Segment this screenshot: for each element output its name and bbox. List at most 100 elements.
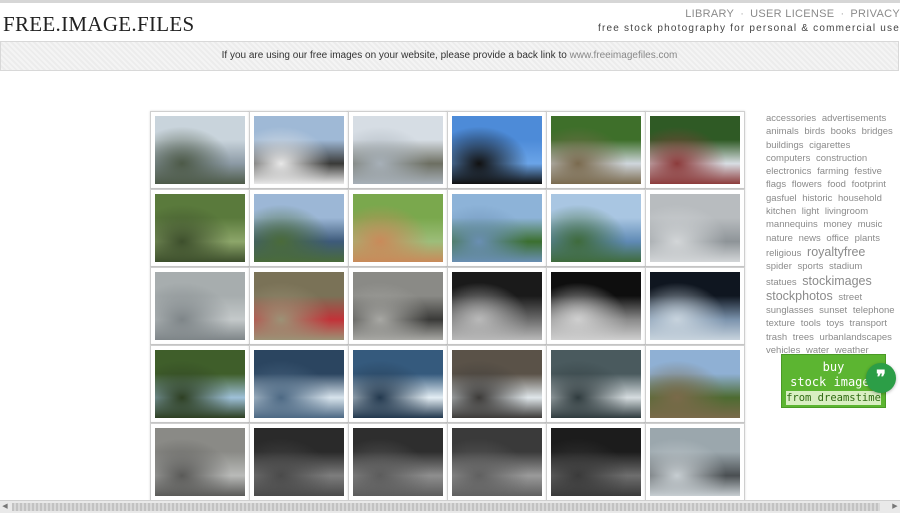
thumbnail-gear-shift-2[interactable] bbox=[447, 423, 547, 501]
tag-link-flags[interactable]: flags bbox=[766, 179, 786, 190]
tag-link-royaltyfree[interactable]: royaltyfree bbox=[807, 245, 865, 259]
thumbnail-weather-vane[interactable] bbox=[447, 111, 547, 189]
tag-link-sunset[interactable]: sunset bbox=[819, 305, 847, 316]
thumbnail-choppy-water[interactable] bbox=[150, 267, 250, 345]
notice-backlink[interactable]: www.freeimagefiles.com bbox=[570, 50, 678, 61]
thumbnail-valve-wheel[interactable] bbox=[348, 267, 448, 345]
thumbnail-waves-rock-1[interactable] bbox=[249, 345, 349, 423]
thumbnail-island-lake[interactable] bbox=[447, 189, 547, 267]
scroll-right-arrow-icon[interactable]: ▶ bbox=[890, 501, 900, 513]
thumbnail-image bbox=[155, 116, 245, 184]
tag-link-kitchen[interactable]: kitchen bbox=[766, 206, 796, 217]
thumbnail-rapids[interactable] bbox=[546, 345, 646, 423]
thumbnail-image bbox=[551, 272, 641, 340]
thumbnail-snowy-forest[interactable] bbox=[348, 111, 448, 189]
tag-link-advertisements[interactable]: advertisements bbox=[822, 113, 886, 124]
tag-link-office[interactable]: office bbox=[826, 233, 849, 244]
thumbnail-waterfall-rocks[interactable] bbox=[645, 111, 745, 189]
tag-link-cigarettes[interactable]: cigarettes bbox=[809, 140, 850, 151]
thumbnail-image bbox=[452, 350, 542, 418]
thumbnail-snowy-creek[interactable] bbox=[249, 111, 349, 189]
thumbnail-waves-rock-2[interactable] bbox=[348, 345, 448, 423]
thumbnail-image bbox=[551, 194, 641, 262]
thumbnail-image bbox=[452, 194, 542, 262]
tag-link-farming[interactable]: farming bbox=[817, 166, 849, 177]
tag-link-toys[interactable]: toys bbox=[826, 318, 843, 329]
thumbnail-wave-shore[interactable] bbox=[447, 345, 547, 423]
thumbnail-metal-rail[interactable] bbox=[447, 267, 547, 345]
thumbnail-steering-wheel[interactable] bbox=[546, 423, 646, 501]
tag-link-sunglasses[interactable]: sunglasses bbox=[766, 305, 814, 316]
tag-link-trash[interactable]: trash bbox=[766, 332, 787, 343]
tag-link-electronics[interactable]: electronics bbox=[766, 166, 811, 177]
tag-link-texture[interactable]: texture bbox=[766, 318, 795, 329]
thumbnail-gear-shift-1[interactable] bbox=[348, 423, 448, 501]
tag-link-nature[interactable]: nature bbox=[766, 233, 793, 244]
thumbnail-lake-view[interactable] bbox=[249, 189, 349, 267]
thumbnail-green-pool[interactable] bbox=[348, 189, 448, 267]
thumbnail-river-trees[interactable] bbox=[150, 345, 250, 423]
nav-user-license-link[interactable]: USER LICENSE bbox=[750, 8, 834, 20]
tag-link-historic[interactable]: historic bbox=[802, 193, 832, 204]
thumbnail-image bbox=[650, 116, 740, 184]
thumbnail-blue-bay[interactable] bbox=[546, 189, 646, 267]
tag-link-music[interactable]: music bbox=[858, 219, 883, 230]
tag-link-food[interactable]: food bbox=[827, 179, 846, 190]
tag-link-money[interactable]: money bbox=[823, 219, 852, 230]
thumbnail-image bbox=[155, 350, 245, 418]
top-border bbox=[0, 0, 900, 3]
tag-link-buildings[interactable]: buildings bbox=[766, 140, 804, 151]
nav-separator: · bbox=[740, 8, 745, 20]
tag-link-bridges[interactable]: bridges bbox=[862, 126, 893, 137]
thumbnail-grey-water[interactable] bbox=[645, 189, 745, 267]
thumbnail-framed-window[interactable] bbox=[645, 267, 745, 345]
tag-link-news[interactable]: news bbox=[799, 233, 821, 244]
thumbnail-fallen-tree[interactable] bbox=[645, 345, 745, 423]
thumbnail-car-interior[interactable] bbox=[645, 423, 745, 501]
tag-link-stockphotos[interactable]: stockphotos bbox=[766, 289, 833, 303]
tag-link-religious[interactable]: religious bbox=[766, 248, 801, 259]
thumbnail-image bbox=[353, 272, 443, 340]
thumbnail-silver-car[interactable] bbox=[150, 423, 250, 501]
site-logo[interactable]: FREE.IMAGE.FILES bbox=[3, 12, 194, 37]
tag-link-accessories[interactable]: accessories bbox=[766, 113, 816, 124]
tag-link-household[interactable]: household bbox=[838, 193, 882, 204]
thumbnail-waterfall-rainbow[interactable] bbox=[546, 111, 646, 189]
thumbnail-metal-pipe[interactable] bbox=[546, 267, 646, 345]
tag-link-statues[interactable]: statues bbox=[766, 277, 797, 288]
quote-bubble-icon[interactable]: ❞ bbox=[866, 363, 896, 393]
thumbnail-red-hose-nozzle[interactable] bbox=[249, 267, 349, 345]
tag-link-light[interactable]: light bbox=[802, 206, 819, 217]
tag-link-books[interactable]: books bbox=[831, 126, 856, 137]
tag-link-telephone[interactable]: telephone bbox=[853, 305, 895, 316]
tag-link-festive[interactable]: festive bbox=[854, 166, 881, 177]
tag-link-computers[interactable]: computers bbox=[766, 153, 810, 164]
tag-link-animals[interactable]: animals bbox=[766, 126, 799, 137]
horizontal-scrollbar[interactable]: ◀ ▶ bbox=[0, 500, 900, 513]
scroll-left-arrow-icon[interactable]: ◀ bbox=[0, 501, 10, 513]
scrollbar-thumb[interactable] bbox=[12, 503, 880, 511]
tag-link-birds[interactable]: birds bbox=[804, 126, 825, 137]
tag-link-sports[interactable]: sports bbox=[798, 261, 824, 272]
tag-link-transport[interactable]: transport bbox=[849, 318, 887, 329]
nav-library-link[interactable]: LIBRARY bbox=[685, 8, 734, 20]
tag-link-flowers[interactable]: flowers bbox=[792, 179, 822, 190]
tag-link-tools[interactable]: tools bbox=[801, 318, 821, 329]
tag-link-spider[interactable]: spider bbox=[766, 261, 792, 272]
nav-privacy-link[interactable]: PRIVACY bbox=[850, 8, 900, 20]
tag-link-construction[interactable]: construction bbox=[816, 153, 867, 164]
tag-link-mannequins[interactable]: mannequins bbox=[766, 219, 818, 230]
tag-link-stadium[interactable]: stadium bbox=[829, 261, 862, 272]
tag-link-street[interactable]: street bbox=[838, 292, 862, 303]
tag-link-livingroom[interactable]: livingroom bbox=[825, 206, 868, 217]
tag-link-gasfuel[interactable]: gasfuel bbox=[766, 193, 797, 204]
tag-link-plants[interactable]: plants bbox=[855, 233, 880, 244]
thumbnail-car-vent[interactable] bbox=[249, 423, 349, 501]
thumbnail-snowy-pond[interactable] bbox=[150, 111, 250, 189]
thumbnail-jungle-pond[interactable] bbox=[150, 189, 250, 267]
tag-link-footprint[interactable]: footprint bbox=[852, 179, 886, 190]
tag-link-stockimages[interactable]: stockimages bbox=[802, 274, 871, 288]
tag-link-urbanlandscapes[interactable]: urbanlandscapes bbox=[820, 332, 892, 343]
thumbnail-image bbox=[254, 116, 344, 184]
tag-link-trees[interactable]: trees bbox=[793, 332, 814, 343]
